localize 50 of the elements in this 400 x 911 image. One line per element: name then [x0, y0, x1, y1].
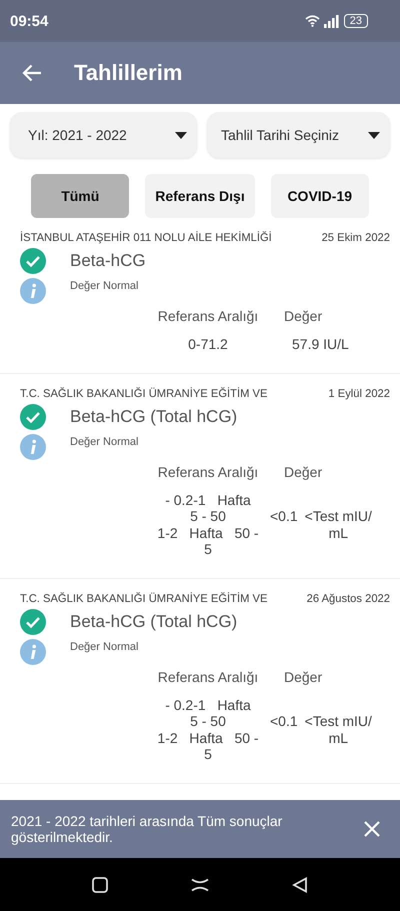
battery-indicator: 23	[344, 14, 368, 28]
status-text: Değer Normal	[70, 280, 138, 292]
result-unit: <Test mIU/ mL	[304, 712, 372, 748]
checkmark-icon	[20, 608, 46, 634]
reference-range: 0-71.2	[188, 336, 228, 352]
signal-icon	[324, 14, 340, 28]
close-icon	[364, 821, 380, 837]
filter-tab[interactable]: Tümü	[31, 174, 130, 218]
result-unit: <Test mIU/ mL	[304, 507, 372, 542]
column-header: Referans Aralığı	[156, 668, 260, 684]
institution-name: T.C. SAĞLIK BAKANLIĞI ÜMRANİYE EĞİTİM VE	[20, 388, 268, 400]
column-header: Değer	[283, 464, 324, 480]
info-icon	[20, 434, 46, 460]
info-icon	[20, 278, 46, 304]
test-name: Beta-hCG (Total hCG)	[70, 406, 238, 426]
checkmark-icon	[20, 404, 46, 430]
result-value: 57.9 IU/L	[292, 336, 349, 352]
info-icon	[20, 638, 46, 664]
institution-name: T.C. SAĞLIK BAKANLIĞI ÜMRANİYE EĞİTİM VE	[20, 592, 268, 604]
result-value: <0.1	[270, 507, 298, 526]
snackbar-message: 2021 - 2022 tarihleri arasında Tüm sonuçlar gösterilmektedir.	[11, 813, 284, 845]
dropdown[interactable]: Tahlil Tarihi Seçiniz	[207, 112, 390, 158]
caret-icon	[368, 132, 380, 138]
square-icon[interactable]	[92, 876, 108, 892]
test-name: Beta-hCG (Total hCG)	[70, 612, 238, 632]
reference-range: - 0.2-1 Hafta 5 - 50 1-2 Hafta 50 - 5	[157, 492, 259, 558]
column-header: Referans Aralığı	[156, 308, 260, 324]
caret-icon	[175, 132, 187, 138]
result-date: 1 Eylül 2022	[328, 388, 390, 400]
column-header: Değer	[283, 668, 324, 684]
institution-name: İSTANBUL ATAŞEHİR 011 NOLU AİLE HEKİMLİĞİ	[20, 232, 272, 244]
dropdown[interactable]: Yıl: 2021 - 2022	[10, 112, 197, 158]
wifi-icon	[304, 15, 320, 27]
clock: 09:54	[10, 12, 48, 30]
back-icon[interactable]	[292, 876, 308, 892]
reference-range: - 0.2-1 Hafta 5 - 50 1-2 Hafta 50 - 5	[157, 696, 259, 762]
status-text: Değer Normal	[70, 640, 138, 652]
result-date: 25 Ekim 2022	[322, 232, 390, 244]
column-header: Değer	[283, 308, 324, 324]
checkmark-icon	[20, 248, 46, 274]
column-header: Referans Aralığı	[156, 464, 260, 480]
result-value: <0.1	[270, 712, 298, 731]
filter-tab[interactable]: COVID-19	[270, 174, 369, 218]
back-arrow-icon	[22, 64, 42, 82]
result-date: 26 Ağustos 2022	[306, 592, 390, 604]
status-text: Değer Normal	[70, 436, 138, 448]
filter-tab[interactable]: Referans Dışı	[145, 174, 255, 218]
home-icon[interactable]	[190, 878, 210, 892]
test-name: Beta-hCG	[70, 251, 146, 271]
page-title: Tahlillerim	[74, 60, 182, 86]
